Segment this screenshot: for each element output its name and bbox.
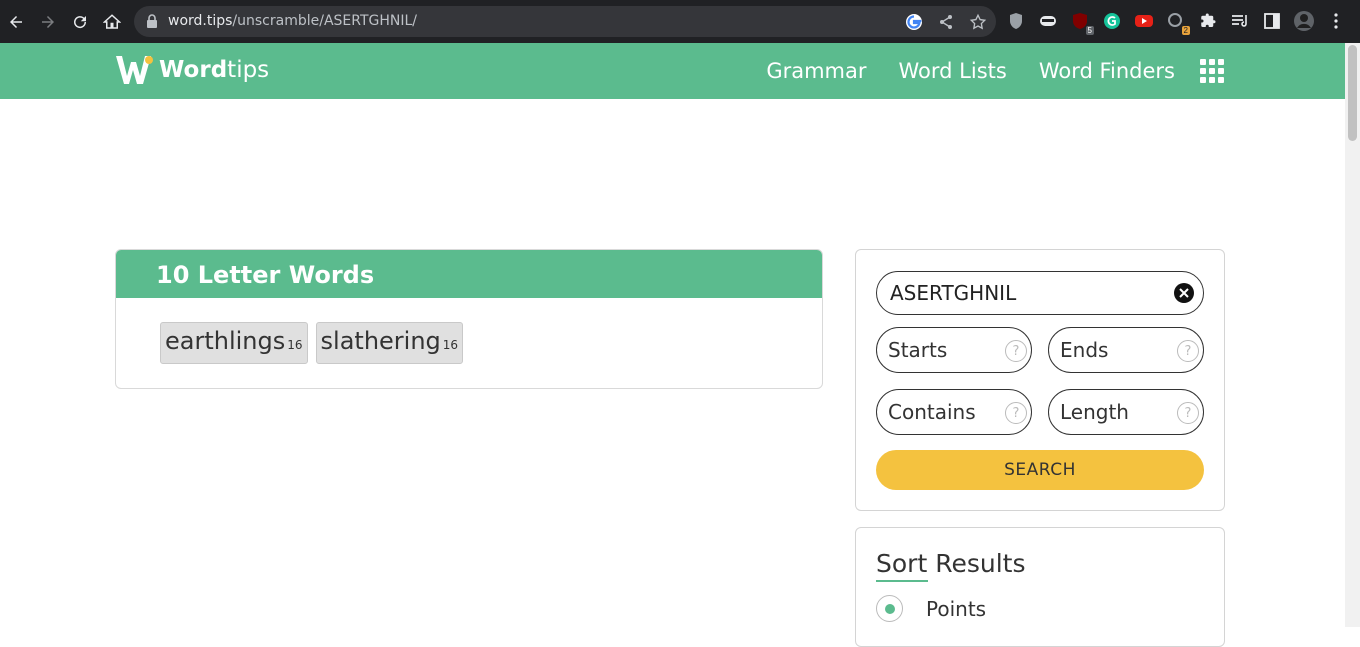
site-header: Wordtips Grammar Word Lists Word Finders [0,43,1345,99]
ublock-extension-icon[interactable]: 5 [1068,7,1094,35]
shield-extension-icon[interactable] [1004,7,1028,35]
points-radio[interactable] [876,595,903,622]
video-extension-icon[interactable] [1132,7,1156,35]
word-chip[interactable]: earthlings 16 [160,322,308,364]
help-icon[interactable]: ? [1177,402,1199,424]
forward-arrow-icon [42,16,54,28]
clear-input-icon[interactable] [1174,283,1194,303]
page-scrollbar[interactable] [1345,43,1360,627]
grammarly-extension-icon[interactable] [1100,7,1124,35]
wordtips-logo[interactable]: Wordtips [115,55,269,85]
word-points: 16 [442,338,459,352]
reload-icon [74,16,87,29]
logo-text: Wordtips [159,57,270,83]
word-points: 16 [287,338,303,352]
ends-field[interactable]: Ends ? [1048,327,1204,373]
reload-button[interactable] [64,6,96,38]
browser-toolbar: word.tips/unscramble/ASERTGHNIL/ 5 2 [0,0,1360,43]
extension-badge: 2 [1181,26,1190,35]
mask-extension-icon[interactable] [1036,7,1060,35]
word-chip[interactable]: slathering 16 [315,322,464,364]
word-text: earthlings [165,327,286,355]
main-nav: Grammar Word Lists Word Finders [766,59,1175,83]
sort-title: Sort Results [876,549,1026,578]
kebab-menu-icon[interactable] [1324,7,1348,35]
search-panel: ASERTGHNIL Starts ? Ends ? Contains ? Le… [855,249,1225,511]
search-extension-icon[interactable]: 2 [1164,7,1190,35]
letters-value: ASERTGHNIL [890,281,1017,305]
home-icon [103,14,121,29]
profile-avatar-icon[interactable] [1292,7,1316,35]
help-icon[interactable]: ? [1005,340,1027,362]
bookmark-star-icon[interactable] [966,10,990,34]
address-bar[interactable]: word.tips/unscramble/ASERTGHNIL/ [134,6,996,37]
back-arrow-icon [10,16,22,28]
apps-grid-icon[interactable] [1200,59,1224,83]
points-label[interactable]: Points [926,597,986,621]
length-placeholder: Length [1060,400,1129,424]
google-icon[interactable] [902,10,926,34]
contains-placeholder: Contains [888,400,976,424]
ublock-badge: 5 [1085,26,1094,35]
share-icon[interactable] [934,10,958,34]
sort-panel: Sort Results Points [855,527,1225,647]
lock-icon [146,14,158,33]
word-text: slathering [320,327,441,355]
home-button[interactable] [96,6,128,38]
help-icon[interactable]: ? [1005,402,1027,424]
starts-field[interactable]: Starts ? [876,327,1032,373]
nav-word-lists[interactable]: Word Lists [899,59,1007,83]
radio-selected-dot [885,604,895,614]
nav-grammar[interactable]: Grammar [766,59,866,83]
results-card: 10 Letter Words earthlings 16 slathering 1… [115,249,823,389]
forward-button[interactable] [32,6,64,38]
url-text: word.tips/unscramble/ASERTGHNIL/ [168,13,418,29]
back-button[interactable] [0,6,32,38]
logo-w-icon [116,56,153,84]
sort-title-underline [876,580,928,582]
puzzle-extensions-icon[interactable] [1196,7,1220,35]
letters-input[interactable]: ASERTGHNIL [876,271,1204,315]
length-field[interactable]: Length ? [1048,389,1204,435]
nav-word-finders[interactable]: Word Finders [1039,59,1175,83]
starts-placeholder: Starts [888,338,948,362]
results-heading: 10 Letter Words [116,250,822,298]
search-button[interactable]: SEARCH [876,450,1204,490]
contains-field[interactable]: Contains ? [876,389,1032,435]
word-list: earthlings 16 slathering 16 [116,298,822,364]
help-icon[interactable]: ? [1177,340,1199,362]
scrollbar-thumb[interactable] [1348,45,1357,141]
reading-list-icon[interactable] [1228,7,1252,35]
ends-placeholder: Ends [1060,338,1109,362]
side-panel-icon[interactable] [1260,7,1284,35]
